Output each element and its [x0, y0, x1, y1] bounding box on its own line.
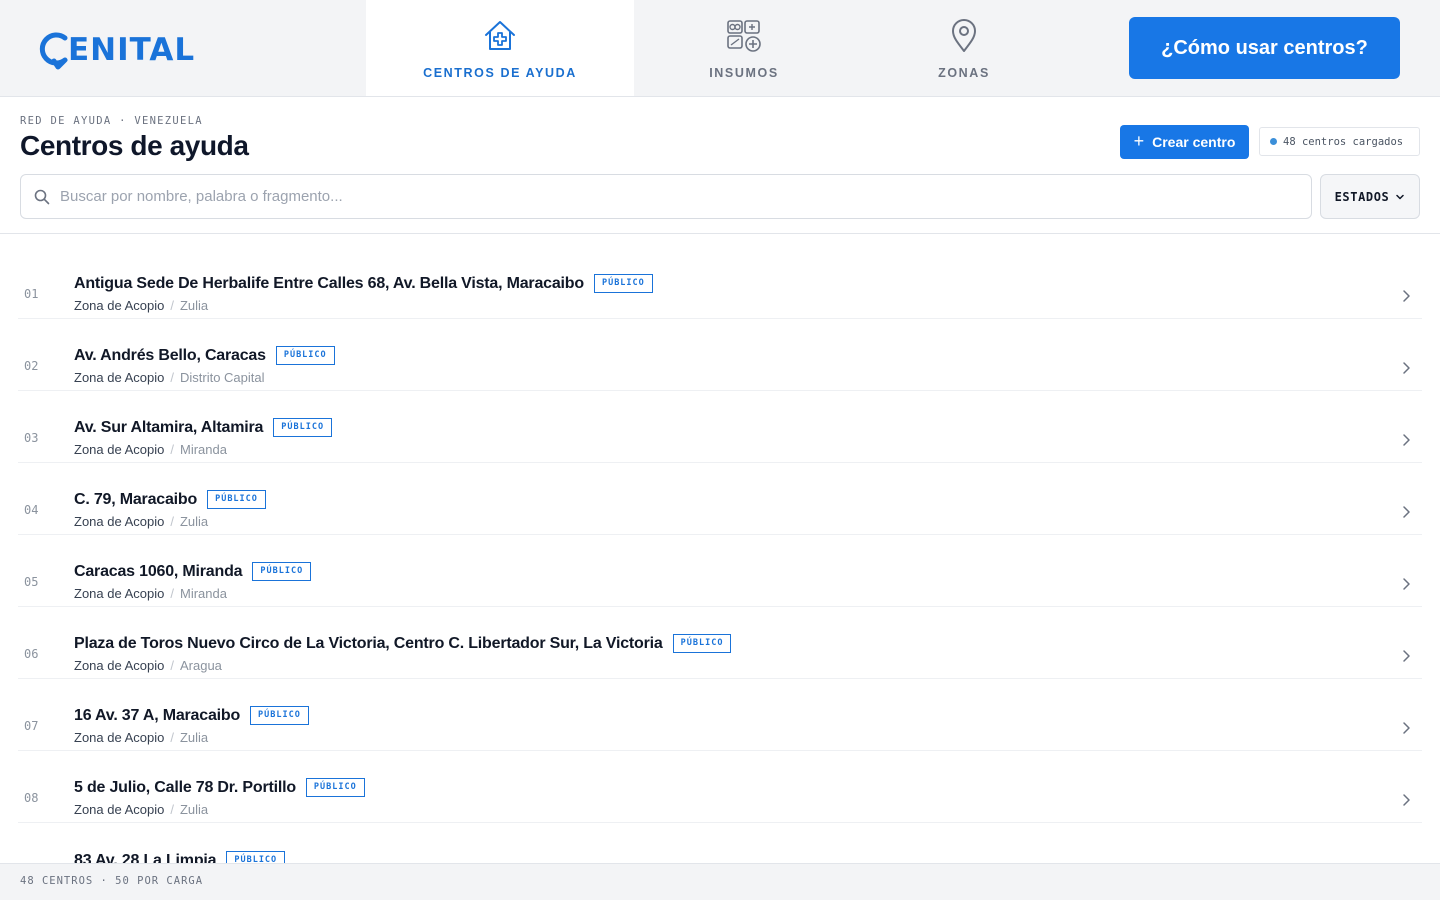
- row-number: 03: [24, 431, 39, 445]
- top-navigation: ENITAL CENTROS DE AYUDA INSUMOS ZONAS ¿C…: [0, 0, 1440, 97]
- centers-count-badge: 48 centros cargados: [1259, 127, 1420, 156]
- separator: /: [170, 658, 174, 673]
- public-badge: PÚBLICO: [226, 851, 286, 863]
- separator: /: [170, 514, 174, 529]
- footer-status-text: 48 CENTROS · 50 POR CARGA: [20, 875, 204, 887]
- center-state: Zulia: [179, 730, 209, 745]
- row-number: 01: [24, 287, 39, 301]
- center-row[interactable]: 01 Antigua Sede De Herbalife Entre Calle…: [18, 247, 1422, 319]
- public-badge: PÚBLICO: [250, 706, 309, 725]
- search-icon: [34, 189, 50, 204]
- center-type: Zona de Acopio: [74, 730, 165, 745]
- center-type: Zona de Acopio: [74, 442, 165, 457]
- center-row[interactable]: 04 C. 79, Maracaibo PÚBLICO Zona de Acopi…: [18, 463, 1422, 535]
- center-row[interactable]: 06 Plaza de Toros Nuevo Circo de La Vict…: [18, 607, 1422, 679]
- chevron-down-icon: [1396, 194, 1405, 199]
- center-type: Zona de Acopio: [74, 658, 165, 673]
- chevron-right-icon: [1403, 794, 1410, 806]
- center-type: Zona de Acopio: [74, 370, 165, 385]
- center-title: C. 79, Maracaibo: [74, 490, 198, 508]
- search-bar[interactable]: [20, 174, 1312, 219]
- row-number: 02: [24, 359, 39, 373]
- center-title: Av. Sur Altamira, Altamira: [74, 418, 264, 436]
- center-type: Zona de Acopio: [74, 802, 165, 817]
- chevron-right-icon: [1403, 290, 1410, 302]
- help-button[interactable]: ¿Cómo usar centros?: [1129, 17, 1400, 79]
- tab-label: INSUMOS: [709, 66, 779, 80]
- public-badge: PÚBLICO: [275, 346, 335, 365]
- chevron-right-icon: [1403, 434, 1410, 446]
- separator: /: [170, 298, 174, 313]
- row-number: 08: [24, 791, 39, 805]
- public-badge: PÚBLICO: [207, 490, 266, 509]
- center-state: Zulia: [179, 514, 209, 529]
- center-state: Zulia: [179, 298, 209, 313]
- chevron-right-icon: [1403, 650, 1410, 662]
- separator: /: [170, 442, 174, 457]
- page-title: Centros de ayuda: [20, 130, 249, 161]
- center-title: 5 de Julio, Calle 78 Dr. Portillo: [74, 778, 296, 796]
- chevron-right-icon: [1403, 506, 1410, 518]
- center-state: Miranda: [179, 442, 227, 457]
- tab-insumos[interactable]: INSUMOS: [634, 0, 854, 96]
- separator: /: [170, 586, 174, 601]
- public-badge: PÚBLICO: [593, 274, 653, 293]
- center-title: Caracas 1060, Miranda: [74, 562, 243, 580]
- search-input[interactable]: [60, 188, 1260, 205]
- public-badge: PÚBLICO: [252, 562, 312, 581]
- create-center-button[interactable]: + Crear centro: [1120, 125, 1249, 159]
- house-plus-icon: [481, 17, 519, 55]
- separator: /: [170, 802, 174, 817]
- public-badge: PÚBLICO: [273, 418, 333, 437]
- center-row[interactable]: 09 83 Av. 28 La LimpiaPÚBLICO Zona de Ac…: [18, 824, 1422, 863]
- separator: /: [170, 730, 174, 745]
- center-row[interactable]: 05 Caracas 1060, Miranda PÚBLICO Zona de …: [18, 535, 1422, 607]
- status-dot-icon: [1270, 138, 1277, 145]
- center-state: Zulia: [179, 802, 209, 817]
- center-title: Av. Andrés Bello, Caracas: [74, 346, 266, 364]
- tab-label: CENTROS DE AYUDA: [423, 66, 577, 80]
- create-center-label: Crear centro: [1152, 134, 1236, 150]
- center-row[interactable]: 02 Av. Andrés Bello, Caracas PÚBLICO Zona…: [18, 319, 1422, 391]
- center-title: 16 Av. 37 A, Maracaibo: [74, 706, 241, 724]
- center-type: Zona de Acopio: [74, 586, 165, 601]
- states-filter-label: ESTADOS: [1334, 189, 1390, 204]
- brand-name: ENITAL: [68, 32, 196, 68]
- tab-label: ZONAS: [938, 66, 990, 80]
- center-title: 83 Av. 28 La Limpia: [74, 851, 217, 864]
- chevron-right-icon: [1403, 362, 1410, 374]
- chevron-right-icon: [1403, 578, 1410, 590]
- status-footer: 48 CENTROS · 50 POR CARGA: [0, 863, 1440, 900]
- supplies-grid-icon: [725, 17, 763, 55]
- center-row[interactable]: 08 5 de Julio, Calle 78 Dr. Portillo PÚBL…: [18, 751, 1422, 823]
- center-row[interactable]: 03 Av. Sur Altamira, Altamira PÚBLICO Zon…: [18, 391, 1422, 463]
- center-title: Antigua Sede De Herbalife Entre Calles 6…: [74, 274, 584, 292]
- row-number: 06: [24, 647, 39, 661]
- centers-count-label: 48 centros cargados: [1283, 135, 1404, 148]
- chevron-right-icon: [1403, 722, 1410, 734]
- centers-list[interactable]: 01 Antigua Sede De Herbalife Entre Calle…: [0, 234, 1440, 863]
- plus-icon: +: [1133, 131, 1145, 151]
- map-pin-icon: [945, 17, 983, 55]
- row-number: 07: [24, 719, 39, 733]
- row-number: 05: [24, 575, 39, 589]
- breadcrumb: RED DE AYUDA · VENEZUELA: [20, 115, 203, 127]
- center-type: Zona de Acopio: [74, 514, 165, 529]
- center-state: Aragua: [179, 658, 222, 673]
- logo-pin-icon: [39, 32, 68, 70]
- public-badge: PÚBLICO: [305, 778, 365, 797]
- center-state: Miranda: [179, 586, 227, 601]
- tab-centros-de-ayuda[interactable]: CENTROS DE AYUDA: [366, 0, 634, 96]
- tab-zonas[interactable]: ZONAS: [854, 0, 1074, 96]
- center-title: Plaza de Toros Nuevo Circo de La Victori…: [74, 634, 663, 652]
- center-row[interactable]: 07 16 Av. 37 A, Maracaibo PÚBLICO Zona de…: [18, 679, 1422, 751]
- brand-logo[interactable]: ENITAL: [38, 28, 195, 72]
- states-filter-dropdown[interactable]: ESTADOS: [1320, 174, 1420, 219]
- separator: /: [170, 370, 174, 385]
- center-type: Zona de Acopio: [74, 298, 165, 313]
- row-number: 04: [24, 503, 39, 517]
- center-state: Distrito Capital: [179, 370, 265, 385]
- public-badge: PÚBLICO: [672, 634, 732, 653]
